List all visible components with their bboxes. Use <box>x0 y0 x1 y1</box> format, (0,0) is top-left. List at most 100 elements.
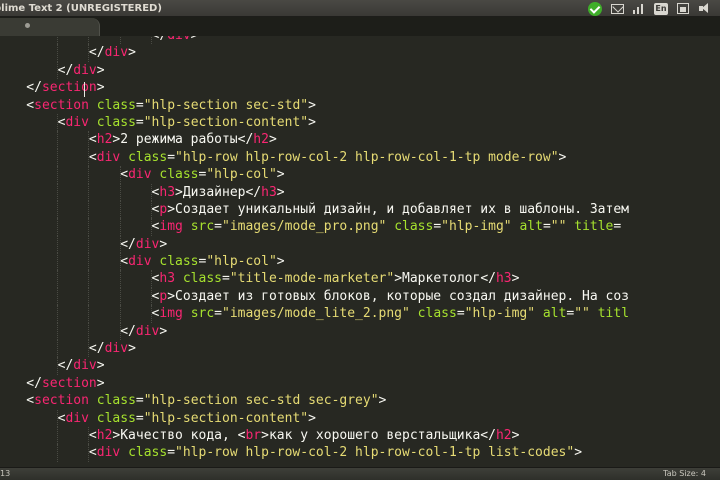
battery-icon[interactable] <box>676 2 690 15</box>
code-line: </div> <box>0 340 720 358</box>
code-token: div <box>135 323 160 339</box>
file-tab[interactable] <box>0 18 100 36</box>
code-token: div <box>73 358 97 374</box>
code-line: <p>Создает уникальный дизайн, и добавляе… <box>0 200 720 219</box>
code-token: "images/mode_pro.png" <box>222 219 387 235</box>
code-token: </ <box>0 323 136 339</box>
code-line: <h3>Дизайнер</h3> <box>0 183 720 201</box>
keyboard-layout-indicator[interactable]: En <box>654 2 668 15</box>
code-token: img <box>159 306 183 322</box>
code-token: Качество кода, <box>120 427 238 443</box>
code-token: > <box>96 358 105 374</box>
code-token: "hlp-col" <box>206 254 277 270</box>
code-token: < <box>0 254 129 270</box>
code-token: div <box>96 445 121 461</box>
code-token: < <box>0 271 160 287</box>
code-token: </ <box>0 358 74 374</box>
dropbox-sync-icon[interactable] <box>588 1 602 16</box>
code-token: = <box>214 219 222 235</box>
code-token: > <box>159 236 168 252</box>
tab-size-indicator[interactable]: Tab Size: 4 <box>663 469 706 478</box>
code-token: > <box>558 149 567 165</box>
code-token: div <box>128 167 152 183</box>
code-token: < <box>0 288 160 304</box>
code-token: </ <box>0 62 74 78</box>
code-token: > <box>308 410 316 426</box>
code-token: section <box>41 375 97 391</box>
code-token: Создает из готовых блоков, которые созда… <box>175 288 629 304</box>
code-line: <section class="hlp-section sec-std sec-… <box>0 392 720 409</box>
code-line: </div> <box>0 357 720 375</box>
code-token: h2 <box>495 427 512 443</box>
code-line: </div> <box>0 322 720 341</box>
code-token: "hlp-section-content" <box>143 410 309 426</box>
code-token: Дизайнер <box>182 184 246 200</box>
code-token: </ <box>26 375 42 391</box>
code-token: "" <box>574 306 590 322</box>
code-token: = <box>222 271 230 287</box>
code-token: "hlp-img" <box>441 219 512 235</box>
code-token: > <box>96 62 105 78</box>
code-token: > <box>308 97 316 113</box>
code-editor[interactable]: </div> </div> </div> </section> <section… <box>0 36 720 467</box>
code-token: = <box>613 219 622 235</box>
volume-icon[interactable] <box>698 2 712 15</box>
code-token: "title-mode-marketer" <box>229 271 395 287</box>
code-line: <p>Создает из готовых блоков, которые со… <box>0 287 720 306</box>
code-token: class <box>159 254 199 270</box>
code-token: div <box>104 341 129 357</box>
code-token: < <box>0 410 66 426</box>
code-token: < <box>0 306 160 322</box>
code-line: <div class="hlp-row hlp-row-col-2 hlp-ro… <box>0 444 720 462</box>
tab-close-icon[interactable] <box>25 23 30 28</box>
code-line: <div class="hlp-col"> <box>0 253 720 271</box>
code-token: > <box>167 201 176 217</box>
code-token: </ <box>0 236 136 252</box>
status-bar: 13 Tab Size: 4 <box>0 467 720 480</box>
code-token: "hlp-section sec-std sec-grey" <box>143 393 379 409</box>
code-token: = <box>167 445 176 461</box>
code-token: section <box>34 97 89 113</box>
code-token: </ <box>480 427 496 443</box>
network-icon[interactable] <box>632 2 646 15</box>
mail-icon[interactable] <box>610 2 624 15</box>
code-token: div <box>128 254 152 270</box>
code-token: h3 <box>495 271 512 287</box>
code-token: "hlp-col" <box>206 167 277 183</box>
code-token: img <box>159 219 183 235</box>
code-token: = <box>135 97 144 113</box>
code-line: <img src="images/mode_lite_2.png" class=… <box>0 305 720 323</box>
code-token: </ <box>0 45 105 61</box>
code-token: > <box>276 254 285 270</box>
code-token: class <box>417 306 457 322</box>
code-token: > <box>96 375 105 391</box>
code-token: h3 <box>159 271 176 287</box>
code-token: < <box>0 132 97 148</box>
code-token: h2 <box>96 427 113 443</box>
code-token: > <box>378 393 387 409</box>
code-line: <h2>Качество кода, <br>как у хорошего ве… <box>0 426 720 445</box>
code-token: div <box>65 410 89 426</box>
code-token: < <box>0 167 129 183</box>
code-token: как у хорошего верстальщика <box>268 427 481 443</box>
system-tray: En <box>588 0 720 17</box>
code-token: > <box>511 271 520 287</box>
code-token: </ <box>0 341 105 357</box>
code-token: 2 режима работы <box>120 132 238 148</box>
code-token: < <box>0 219 160 235</box>
code-token: > <box>268 132 277 148</box>
code-token: </ <box>237 132 254 148</box>
code-line: </div> <box>0 235 720 254</box>
code-token: src <box>190 219 215 235</box>
code-token: > <box>159 323 168 339</box>
code-token: alt <box>519 219 543 235</box>
code-token: < <box>0 201 160 217</box>
